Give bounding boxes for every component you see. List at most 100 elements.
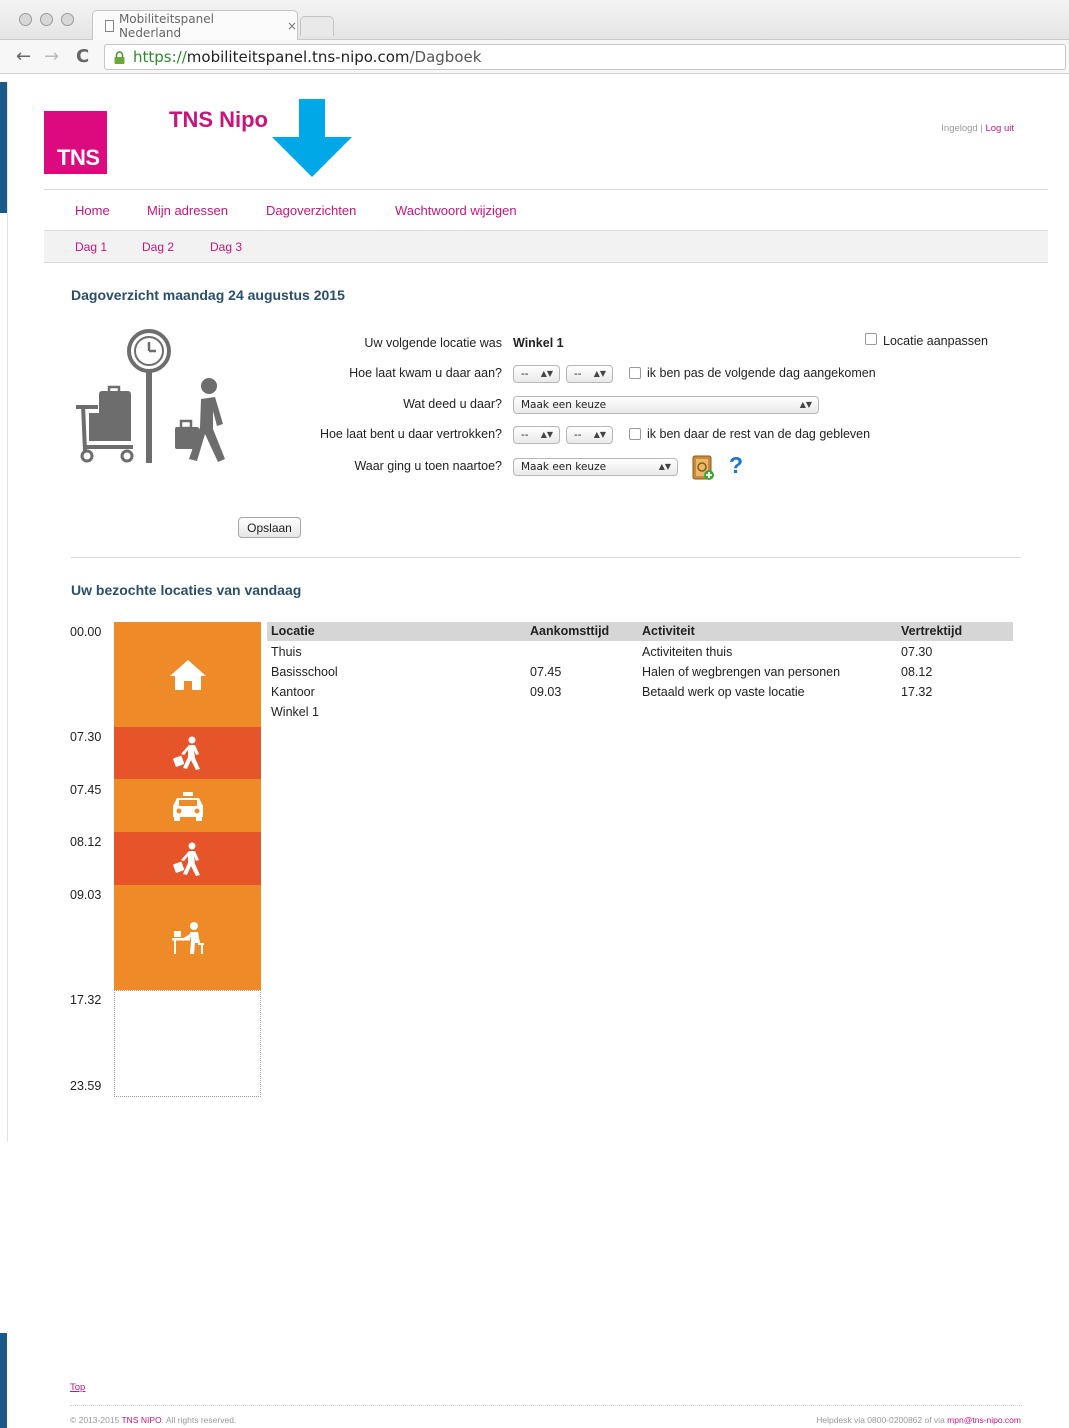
activity-value: Maak een keuze (521, 399, 607, 411)
next-location-label: Uw volgende locatie was (364, 336, 502, 350)
timeline-segment-car[interactable] (114, 779, 261, 832)
menu-item-mijn-adressen[interactable]: Mijn adressen (147, 203, 228, 218)
timeline-time-label: 07.45 (70, 783, 102, 797)
column-header-arrival: Aankomsttijd (530, 624, 610, 638)
back-to-top-link[interactable]: Top (70, 1382, 85, 1393)
timeline-time-label: 07.30 (70, 730, 102, 744)
departure-hour-value: -- (521, 429, 529, 441)
cell-activity: Halen of wegbrengen van personen (642, 665, 841, 679)
tab-dag-3[interactable]: Dag 3 (210, 240, 242, 254)
arrival-hour-value: -- (521, 368, 529, 380)
forward-arrow-icon[interactable]: → (44, 46, 59, 67)
footer-divider (70, 1405, 1022, 1406)
cell-arrival: 09.03 (530, 685, 562, 699)
stayed-rest-of-day-label: ik ben daar de rest van de dag gebleven (647, 427, 871, 441)
menu-item-home[interactable]: Home (75, 203, 110, 218)
window-edge-decoration (0, 1333, 7, 1428)
copyright-notice: © 2013-2015 TNS NIPO. All rights reserve… (70, 1415, 236, 1425)
timeline-time-label: 00.00 (70, 625, 102, 639)
day-sub-menu: Dag 1 Dag 2 Dag 3 (44, 230, 1048, 263)
url-scheme: https:// (133, 48, 187, 66)
cell-location: Thuis (271, 645, 302, 659)
copyright-brand-link[interactable]: TNS NIPO (121, 1415, 161, 1425)
timeline-time-label: 09.03 (70, 888, 102, 902)
cell-departure: 17.32 (901, 685, 933, 699)
cell-arrival: 07.45 (530, 665, 562, 679)
destination-value: Maak een keuze (521, 461, 607, 473)
logout-link[interactable]: Log uit (985, 123, 1014, 134)
table-header: Locatie Aankomsttijd Activiteit Vertrekt… (267, 622, 1013, 641)
day-overview-title: Dagoverzicht maandag 24 augustus 2015 (71, 287, 345, 303)
cell-departure: 08.12 (901, 665, 933, 679)
adjust-location-checkbox-group[interactable]: Locatie aanpassen (865, 332, 988, 348)
browser-tab[interactable]: Mobiliteitspanel Nederland × (92, 10, 298, 40)
page-frame (7, 82, 8, 1142)
arrival-hour-select[interactable]: -- ▲▼ (513, 365, 560, 383)
tab-title: Mobiliteitspanel Nederland (118, 11, 214, 40)
arrival-minute-select[interactable]: -- ▲▼ (566, 365, 613, 383)
column-header-location: Locatie (271, 624, 315, 638)
window-minimize-button[interactable] (40, 13, 53, 26)
walking-traveler-icon (172, 736, 200, 770)
arrival-next-day-checkbox[interactable] (629, 367, 641, 379)
column-header-activity: Activiteit (642, 624, 695, 638)
new-tab-button[interactable] (300, 16, 334, 36)
cell-location: Winkel 1 (271, 705, 319, 719)
car-icon (172, 791, 203, 821)
select-updown-icon: ▲▼ (799, 400, 812, 409)
save-button[interactable]: Opslaan (238, 517, 301, 538)
timeline-segment-home[interactable] (114, 622, 261, 727)
select-updown-icon: ▲▼ (658, 462, 671, 471)
walking-traveler-icon (172, 842, 200, 876)
destination-select[interactable]: Maak een keuze ▲▼ (513, 458, 678, 476)
helpdesk-text: Helpdesk via 0800-0200862 of via (816, 1415, 948, 1425)
adjust-location-checkbox[interactable] (865, 332, 877, 345)
brand-name: TNS Nipo (169, 107, 268, 132)
tab-dag-1[interactable]: Dag 1 (75, 240, 107, 254)
cell-activity: Betaald werk op vaste locatie (642, 685, 805, 699)
main-menu: Home Mijn adressen Dagoverzichten Wachtw… (44, 190, 1048, 230)
menu-item-dagoverzichten[interactable]: Dagoverzichten (266, 203, 356, 218)
url-path: /Dagboek (409, 48, 482, 66)
destination-label: Waar ging u toen naartoe? (354, 459, 502, 473)
back-arrow-icon[interactable]: ← (16, 46, 31, 67)
cell-departure: 07.30 (901, 645, 933, 659)
stayed-rest-of-day-checkbox-group[interactable]: ik ben daar de rest van de dag gebleven (629, 427, 870, 441)
window-edge-decoration (0, 82, 7, 213)
timeline-segment-walking[interactable] (114, 832, 261, 885)
timeline-time-label: 17.32 (70, 993, 102, 1007)
tns-logo[interactable]: TNS (44, 111, 107, 174)
menu-item-wachtwoord-wijzigen[interactable]: Wachtwoord wijzigen (395, 203, 517, 218)
activity-label: Wat deed u daar? (403, 397, 502, 411)
helpdesk-email-link[interactable]: mpn@tns-nipo.com (947, 1415, 1021, 1425)
document-icon (105, 19, 114, 32)
address-bar[interactable]: https://mobiliteitspanel.tns-nipo.com/Da… (104, 44, 1066, 70)
reload-icon[interactable]: C (76, 46, 89, 67)
url-host: mobiliteitspanel.tns-nipo.com (186, 48, 410, 66)
lock-icon (114, 51, 125, 64)
help-icon[interactable]: ? (729, 452, 743, 479)
cell-activity: Activiteiten thuis (642, 645, 733, 659)
desk-worker-icon (171, 921, 204, 954)
cell-location: Kantoor (271, 685, 315, 699)
timeline-time-label: 08.12 (70, 835, 102, 849)
cell-location: Basisschool (271, 665, 338, 679)
select-updown-icon: ▲▼ (540, 430, 553, 439)
address-book-icon[interactable] (691, 455, 715, 481)
activity-select[interactable]: Maak een keuze ▲▼ (513, 396, 819, 414)
column-header-departure: Vertrektijd (901, 624, 963, 638)
timeline-segment-work[interactable] (114, 885, 261, 990)
next-location-value: Winkel 1 (513, 336, 564, 350)
arrival-next-day-checkbox-group[interactable]: ik ben pas de volgende dag aangekomen (629, 366, 876, 380)
section-divider (71, 557, 1021, 558)
tab-dag-2[interactable]: Dag 2 (142, 240, 174, 254)
stayed-rest-of-day-checkbox[interactable] (629, 428, 641, 440)
timeline-segment-walking[interactable] (114, 727, 261, 779)
arrival-time-label: Hoe laat kwam u daar aan? (349, 366, 502, 380)
logo-text: TNS (57, 145, 100, 170)
window-close-button[interactable] (19, 13, 32, 26)
departure-hour-select[interactable]: -- ▲▼ (513, 426, 560, 444)
departure-minute-select[interactable]: -- ▲▼ (566, 426, 613, 444)
window-zoom-button[interactable] (61, 13, 74, 26)
tab-close-icon[interactable]: × (287, 19, 297, 33)
